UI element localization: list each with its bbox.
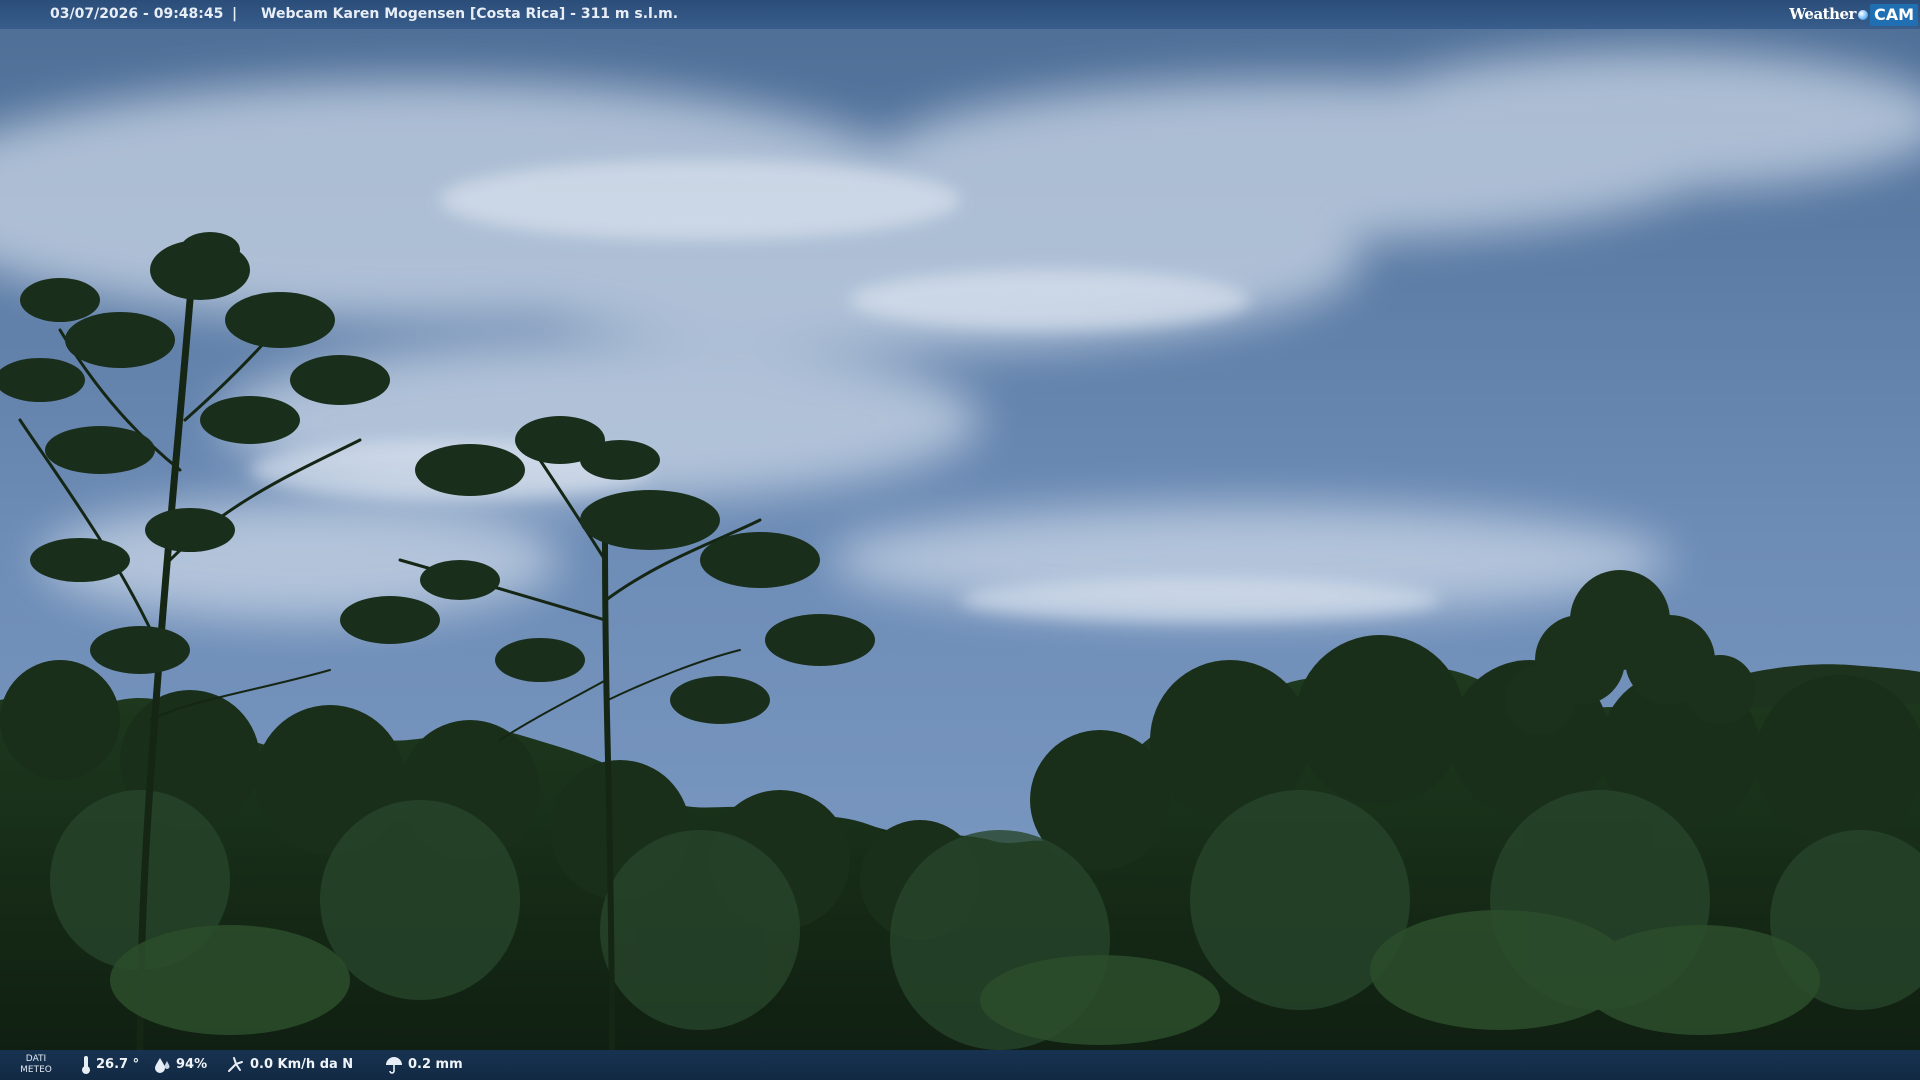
rain-reading: 0.2 mm xyxy=(384,1050,463,1080)
logo-sphere-icon xyxy=(1857,9,1868,20)
rain-value: 0.2 mm xyxy=(408,1057,463,1072)
weather-data-bar: DATI METEO 26.7 ° 94% 0.0 Km/h da N 0.2 … xyxy=(0,1050,1920,1080)
wind-icon xyxy=(228,1057,243,1072)
logo-cam-text: CAM xyxy=(1869,3,1918,26)
timestamp: 03/07/2026 - 09:48:45 xyxy=(50,6,224,22)
thermometer-icon xyxy=(82,1056,90,1074)
logo-weather-text: Weather xyxy=(1789,5,1856,23)
webcam-info-bar: 03/07/2026 - 09:48:45 | Webcam Karen Mog… xyxy=(0,0,1920,29)
webcam-title: Webcam Karen Mogensen [Costa Rica] - 311… xyxy=(261,6,679,22)
wind-reading: 0.0 Km/h da N xyxy=(226,1050,353,1080)
weather-data-label: DATI METEO xyxy=(20,1054,52,1075)
humidity-reading: 94% xyxy=(152,1050,207,1080)
rain-umbrella-icon xyxy=(386,1057,402,1074)
droplets-icon xyxy=(155,1058,170,1073)
webcam-image xyxy=(0,0,1920,1080)
webcam-frame: 03/07/2026 - 09:48:45 | Webcam Karen Mog… xyxy=(0,0,1920,1080)
temperature-reading: 26.7 ° xyxy=(80,1050,139,1080)
wind-value: 0.0 Km/h da N xyxy=(250,1057,354,1072)
humidity-value: 94% xyxy=(176,1057,208,1072)
separator: | xyxy=(232,6,238,22)
temperature-value: 26.7 ° xyxy=(96,1057,140,1072)
weathercam-logo: Weather CAM xyxy=(1789,0,1918,29)
